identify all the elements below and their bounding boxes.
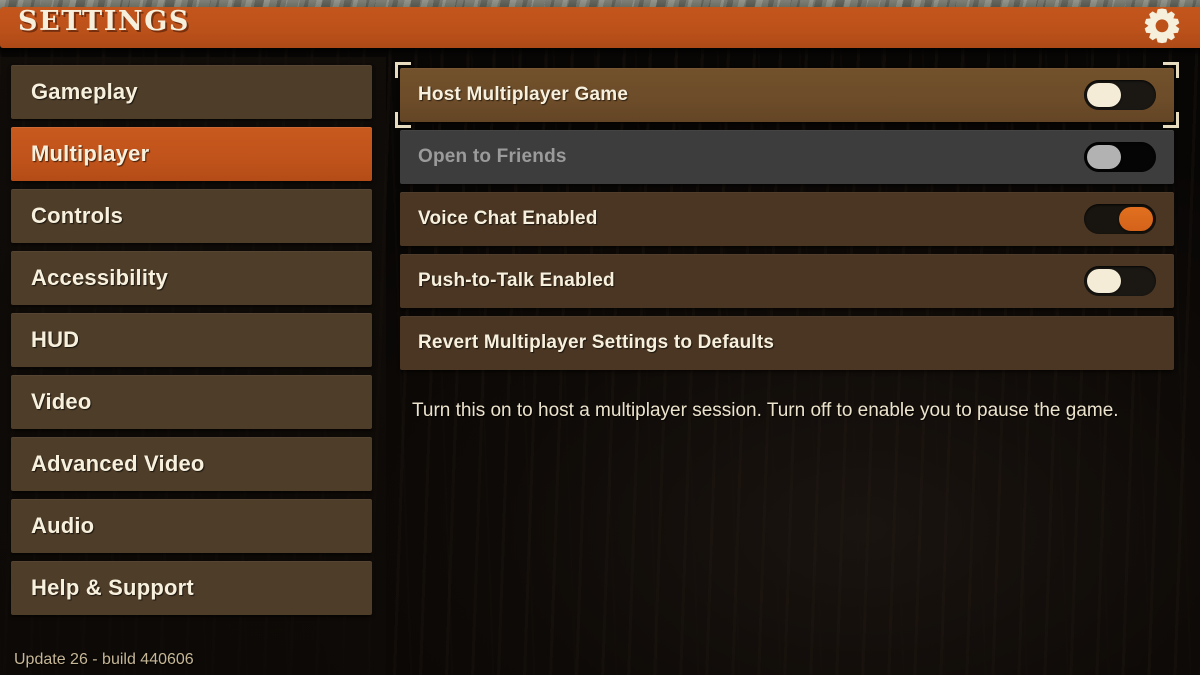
sidebar-item-label: Video bbox=[31, 389, 92, 414]
toggle-voice-chat-enabled[interactable] bbox=[1084, 204, 1156, 234]
focus-corner-bottom-right bbox=[1163, 112, 1179, 128]
sidebar-item-label: Gameplay bbox=[31, 79, 138, 104]
build-version-label: Update 26 - build 440606 bbox=[14, 651, 194, 668]
focus-corner-top-left bbox=[395, 62, 411, 78]
sidebar-item-label: Multiplayer bbox=[31, 141, 150, 166]
option-label: Voice Chat Enabled bbox=[418, 208, 598, 229]
sidebar-item-label: Accessibility bbox=[31, 265, 169, 290]
settings-screen: SETTINGS Gameplay Multiplayer Controls A… bbox=[0, 0, 1200, 675]
option-label: Open to Friends bbox=[418, 146, 567, 167]
toggle-knob bbox=[1087, 145, 1121, 169]
sidebar: Gameplay Multiplayer Controls Accessibil… bbox=[0, 57, 386, 675]
sidebar-item-video[interactable]: Video bbox=[11, 375, 372, 429]
sidebar-item-gameplay[interactable]: Gameplay bbox=[11, 65, 372, 119]
options-panel: Host Multiplayer Game Open to Friends Vo… bbox=[395, 57, 1200, 675]
focus-corner-top-right bbox=[1163, 62, 1179, 78]
toggle-open-to-friends bbox=[1084, 142, 1156, 172]
page-title: SETTINGS bbox=[18, 6, 190, 37]
sidebar-item-audio[interactable]: Audio bbox=[11, 499, 372, 553]
option-label: Host Multiplayer Game bbox=[418, 84, 629, 105]
toggle-knob bbox=[1087, 83, 1121, 107]
toggle-knob bbox=[1119, 207, 1153, 231]
toggle-push-to-talk-enabled[interactable] bbox=[1084, 266, 1156, 296]
option-row-push-to-talk-enabled[interactable]: Push-to-Talk Enabled bbox=[400, 254, 1174, 308]
sidebar-item-controls[interactable]: Controls bbox=[11, 189, 372, 243]
sidebar-item-label: Help & Support bbox=[31, 575, 194, 600]
sidebar-item-accessibility[interactable]: Accessibility bbox=[11, 251, 372, 305]
sidebar-item-label: Audio bbox=[31, 513, 95, 538]
sidebar-item-label: Advanced Video bbox=[31, 451, 205, 476]
sidebar-item-advanced-video[interactable]: Advanced Video bbox=[11, 437, 372, 491]
banner-shadow bbox=[0, 48, 1200, 57]
option-row-host-multiplayer-game[interactable]: Host Multiplayer Game bbox=[395, 62, 1179, 128]
sidebar-item-label: HUD bbox=[31, 327, 80, 352]
option-label: Revert Multiplayer Settings to Defaults bbox=[418, 332, 775, 353]
option-row-voice-chat-enabled[interactable]: Voice Chat Enabled bbox=[400, 192, 1174, 246]
gear-icon[interactable] bbox=[1136, 0, 1188, 52]
sidebar-item-label: Controls bbox=[31, 203, 124, 228]
toggle-knob bbox=[1087, 269, 1121, 293]
option-description: Turn this on to host a multiplayer sessi… bbox=[412, 400, 1119, 421]
sidebar-item-hud[interactable]: HUD bbox=[11, 313, 372, 367]
option-row-open-to-friends: Open to Friends bbox=[400, 130, 1174, 184]
focus-corner-bottom-left bbox=[395, 112, 411, 128]
toggle-host-multiplayer-game[interactable] bbox=[1084, 80, 1156, 110]
option-row-revert-multiplayer-defaults[interactable]: Revert Multiplayer Settings to Defaults bbox=[400, 316, 1174, 370]
sidebar-item-multiplayer[interactable]: Multiplayer bbox=[11, 127, 372, 181]
sidebar-item-help-support[interactable]: Help & Support bbox=[11, 561, 372, 615]
option-label: Push-to-Talk Enabled bbox=[418, 270, 615, 291]
